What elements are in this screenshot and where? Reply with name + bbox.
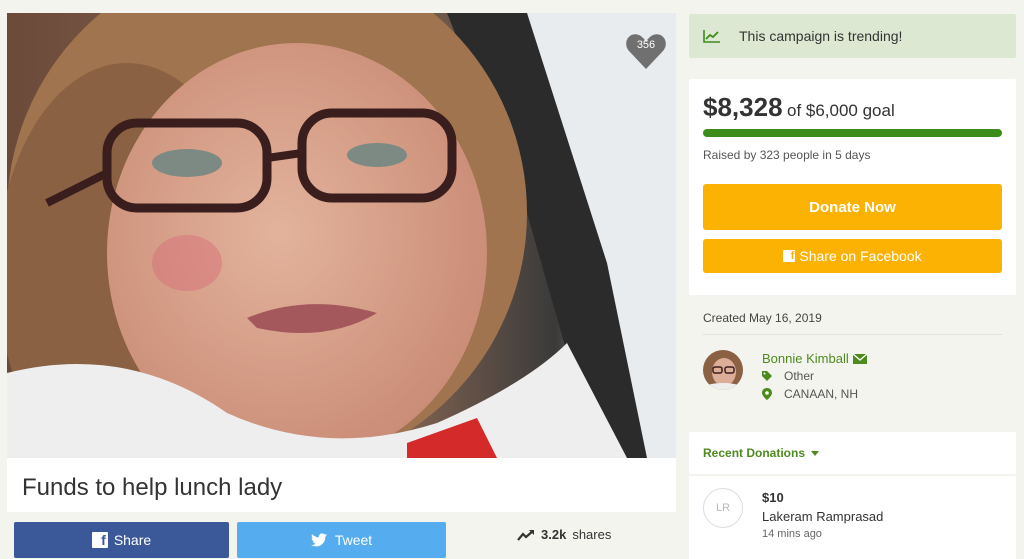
- divider: [703, 334, 1002, 335]
- caret-down-icon: [811, 450, 820, 456]
- organizer-location: CANAAN, NH: [762, 387, 858, 401]
- goal-text: of $6,000 goal: [786, 101, 895, 120]
- envelope-icon[interactable]: [852, 353, 867, 364]
- organizer-name-link[interactable]: Bonnie Kimball: [762, 351, 867, 366]
- donate-now-button[interactable]: Donate Now: [703, 184, 1002, 230]
- share-on-facebook-button[interactable]: f Share on Facebook: [703, 239, 1002, 273]
- recent-donations-header[interactable]: Recent Donations: [689, 432, 1016, 474]
- donation-stats-card: $8,328 of $6,000 goal Raised by 323 peop…: [689, 79, 1016, 295]
- tag-icon: [762, 371, 772, 381]
- map-pin-icon: [762, 388, 772, 400]
- amount-line: $8,328 of $6,000 goal: [703, 92, 895, 123]
- organizer-name: Bonnie Kimball: [762, 351, 849, 366]
- heart-count: 356: [636, 39, 656, 51]
- trending-banner: This campaign is trending!: [689, 14, 1016, 58]
- category-text: Other: [784, 369, 815, 383]
- location-text: CANAAN, NH: [784, 387, 859, 401]
- donation-amount: $10: [762, 490, 784, 505]
- donation-time: 14 mins ago: [762, 528, 822, 540]
- donor-avatar: LR: [703, 488, 743, 528]
- donation-item: LR $10 Lakeram Ramprasad 14 mins ago: [689, 476, 1016, 559]
- facebook-share-label: Share: [113, 532, 152, 548]
- created-date: Created May 16, 2019: [703, 311, 822, 325]
- recent-donations-label: Recent Donations: [703, 446, 806, 460]
- organizer-avatar[interactable]: [703, 350, 743, 390]
- facebook-share-button[interactable]: f Share: [14, 522, 229, 558]
- tweet-label: Tweet: [334, 532, 373, 548]
- trend-chart-icon: [703, 30, 720, 43]
- facebook-icon: f: [783, 250, 796, 262]
- facebook-icon: f: [91, 532, 108, 548]
- heart-icon[interactable]: 356: [624, 29, 668, 73]
- raised-by-text: Raised by 323 people in 5 days: [703, 148, 871, 162]
- trending-text: This campaign is trending!: [739, 28, 903, 44]
- shares-label: shares: [572, 527, 612, 542]
- shares-counter: 3.2k shares: [517, 527, 611, 542]
- recent-donations-dropdown[interactable]: Recent Donations: [703, 446, 820, 460]
- title-card: Funds to help lunch lady: [7, 458, 676, 512]
- page-title: Funds to help lunch lady: [22, 474, 283, 501]
- tweet-button[interactable]: Tweet: [237, 522, 446, 558]
- shares-count: 3.2k: [541, 527, 567, 542]
- trend-arrow-icon: [517, 529, 534, 541]
- campaign-photo: 356: [7, 13, 676, 458]
- share-on-facebook-label: Share on Facebook: [799, 248, 922, 264]
- twitter-icon: [310, 533, 327, 547]
- organizer-category: Other: [762, 369, 814, 383]
- progress-bar: [703, 129, 1002, 137]
- raised-amount: $8,328: [703, 92, 783, 122]
- donor-name: Lakeram Ramprasad: [762, 509, 884, 524]
- progress-fill: [703, 129, 1002, 137]
